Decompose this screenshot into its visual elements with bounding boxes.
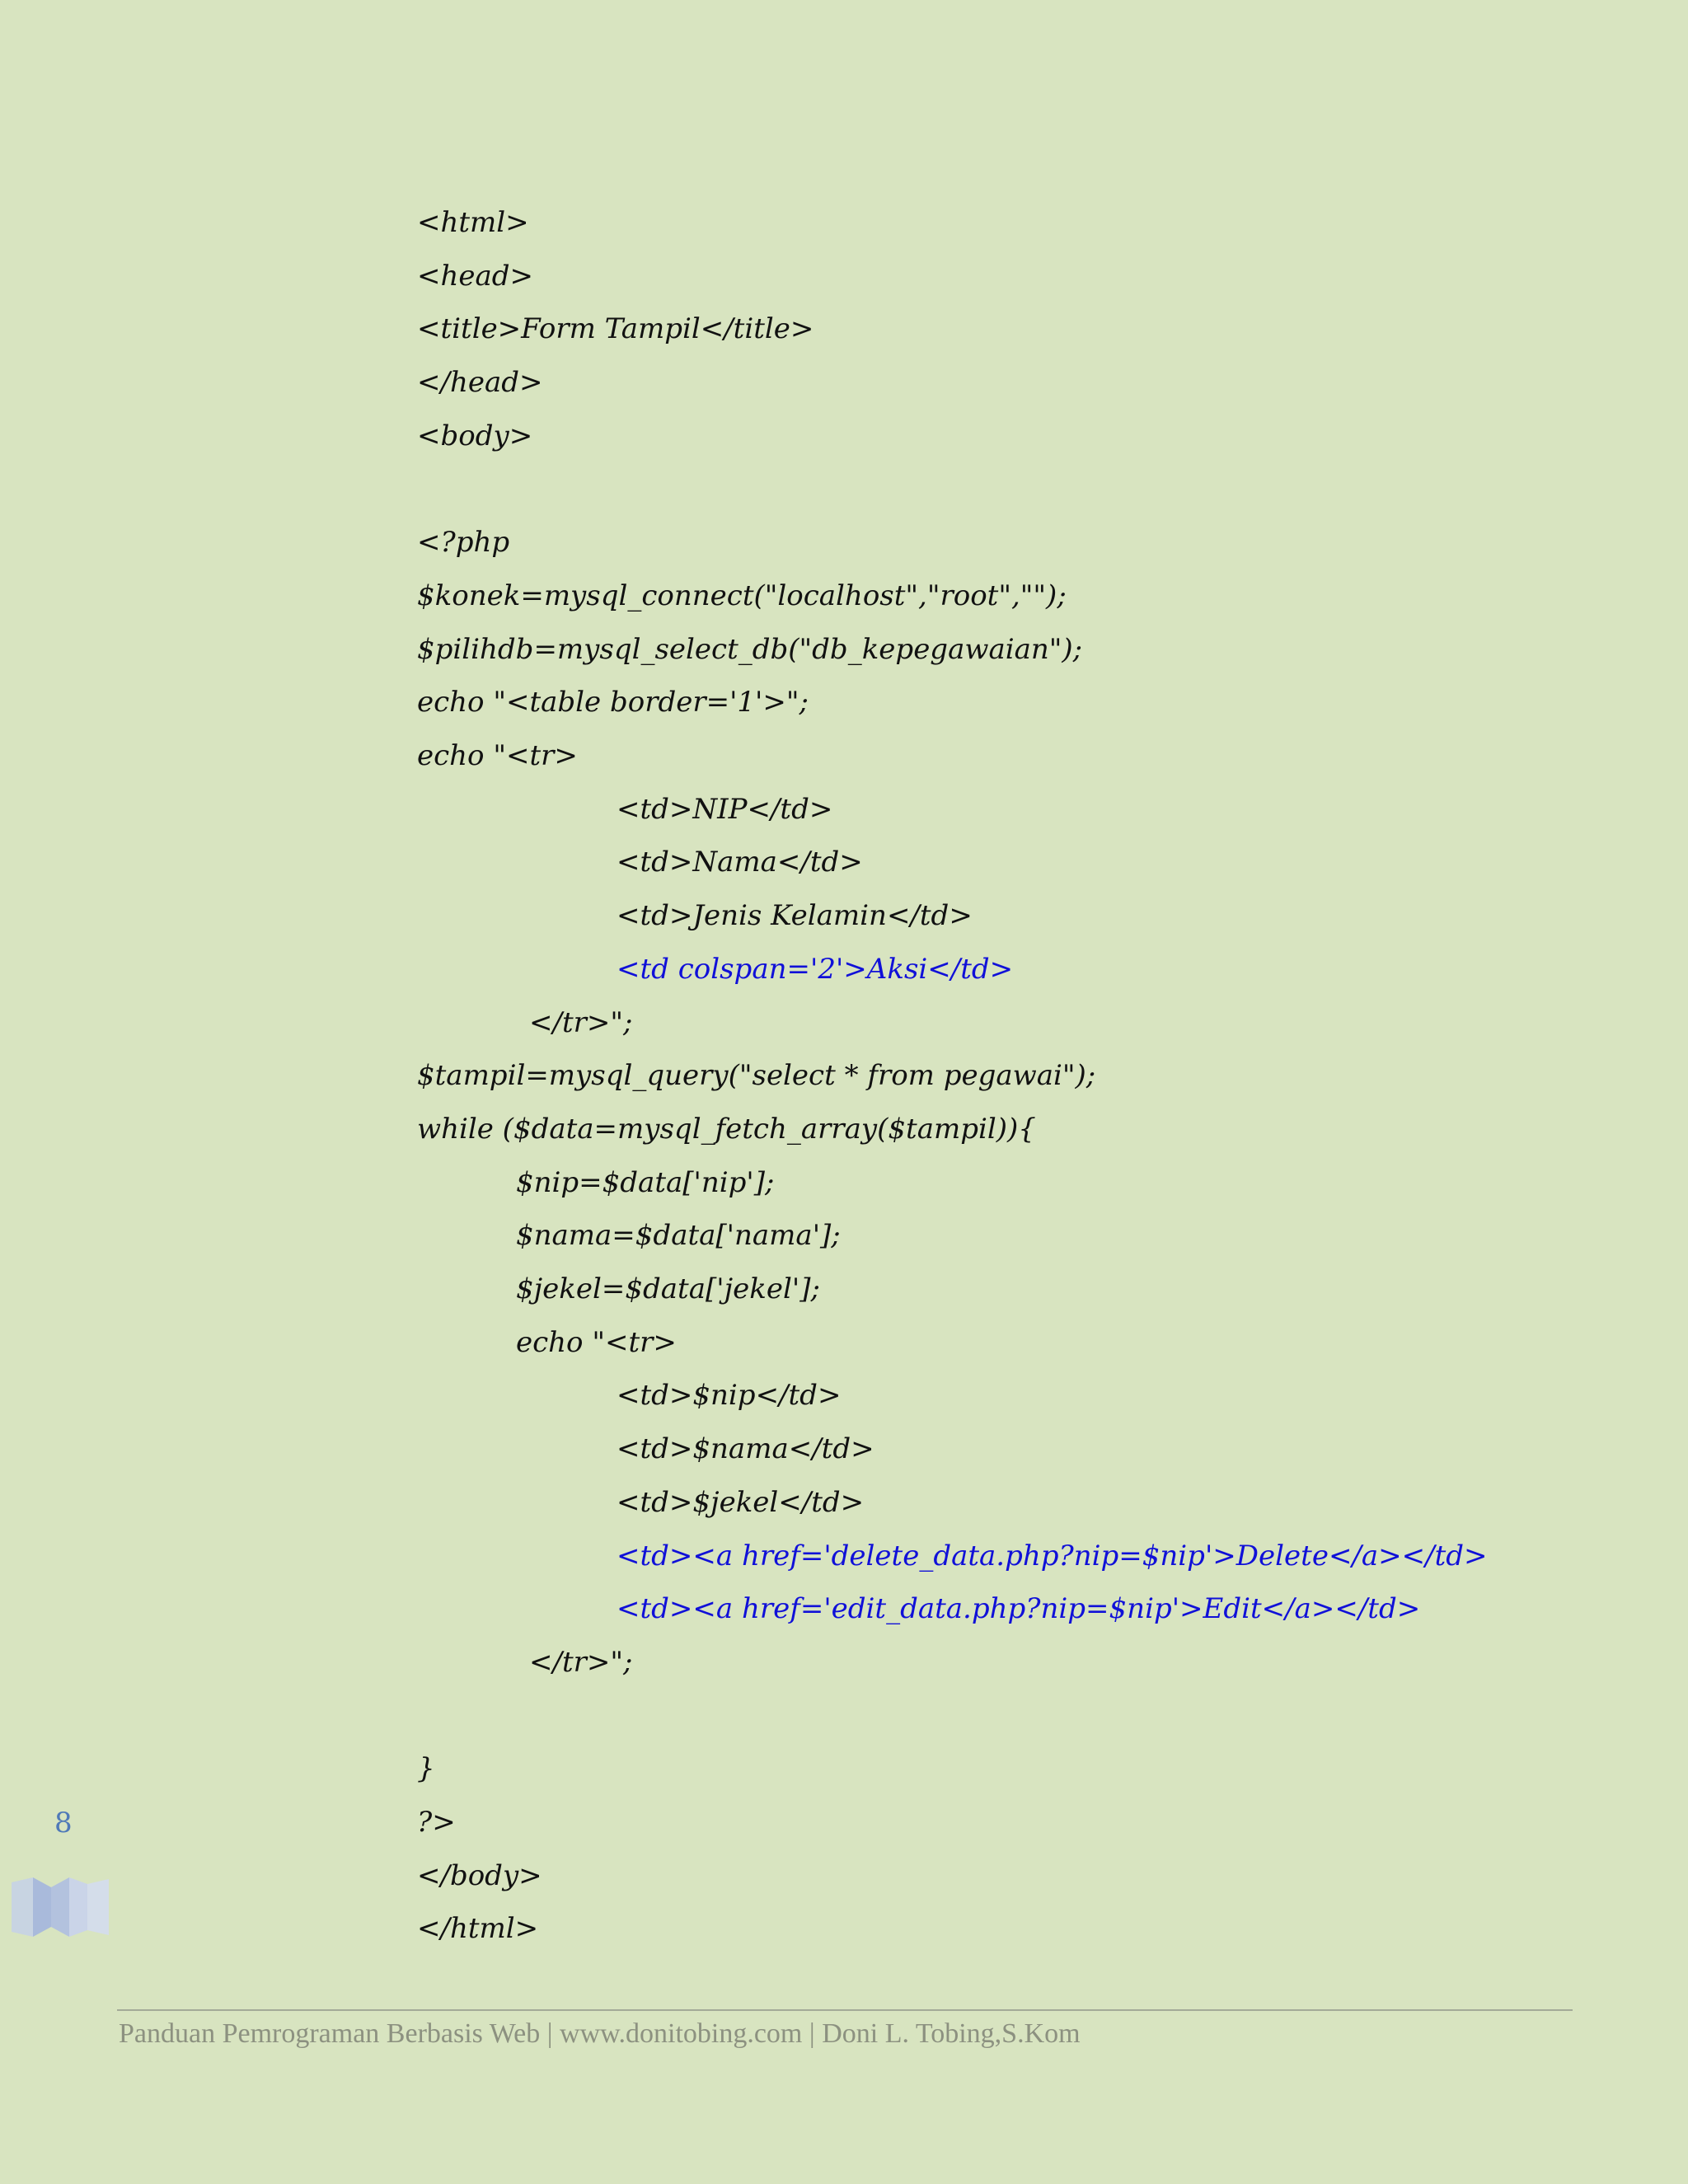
code-line: }	[417, 1752, 435, 1786]
code-line: <html>	[417, 206, 529, 239]
code-line: <title>Form Tampil</title>	[417, 312, 814, 346]
code-line: <body>	[417, 419, 533, 452]
code-line: <head>	[417, 259, 534, 293]
code-line: <td>$jekel</td>	[617, 1485, 865, 1519]
code-line: ?>	[417, 1806, 456, 1839]
code-line: </head>	[417, 366, 543, 400]
code-line: <td>Nama</td>	[617, 846, 863, 879]
code-line: echo "<tr>	[516, 1325, 677, 1359]
code-line: </tr>";	[529, 1005, 633, 1039]
footer-divider	[117, 2009, 1573, 2011]
code-line: $tampil=mysql_query("select * from pegaw…	[417, 1059, 1096, 1093]
code-line: $nama=$data['nama'];	[516, 1219, 841, 1253]
code-line: $jekel=$data['jekel'];	[516, 1272, 820, 1305]
code-line: </tr>";	[529, 1645, 633, 1679]
code-line: $nip=$data['nip'];	[516, 1165, 775, 1199]
code-line: <td>NIP</td>	[617, 792, 833, 826]
code-line: </html>	[417, 1912, 539, 1946]
code-line: <td>$nama</td>	[617, 1432, 874, 1466]
code-line: $pilihdb=mysql_select_db("db_kepegawaian…	[417, 632, 1083, 666]
page-corner-ornament	[12, 1877, 109, 1937]
page-number: 8	[54, 1807, 73, 1840]
code-line: echo "<table border='1'>";	[417, 686, 809, 719]
code-line: </body>	[417, 1858, 542, 1892]
code-line: <td>$nip</td>	[617, 1379, 842, 1413]
code-line: $konek=mysql_connect("localhost","root",…	[417, 579, 1067, 612]
code-line: <?php	[417, 526, 510, 560]
code-line: while ($data=mysql_fetch_array($tampil))…	[417, 1112, 1036, 1146]
code-line: <td><a href='delete_data.php?nip=$nip'>D…	[617, 1539, 1488, 1572]
footer-text: Panduan Pemrograman Berbasis Web | www.d…	[119, 2018, 1081, 2049]
code-line: echo "<tr>	[417, 739, 578, 772]
code-line: <td><a href='edit_data.php?nip=$nip'>Edi…	[617, 1592, 1421, 1626]
document-page: <html> <head> <title>Form Tampil</title> </…	[0, 0, 1688, 2184]
code-line: <td>Jenis Kelamin</td>	[617, 899, 973, 933]
code-line: <td colspan='2'>Aksi</td>	[617, 952, 1014, 986]
